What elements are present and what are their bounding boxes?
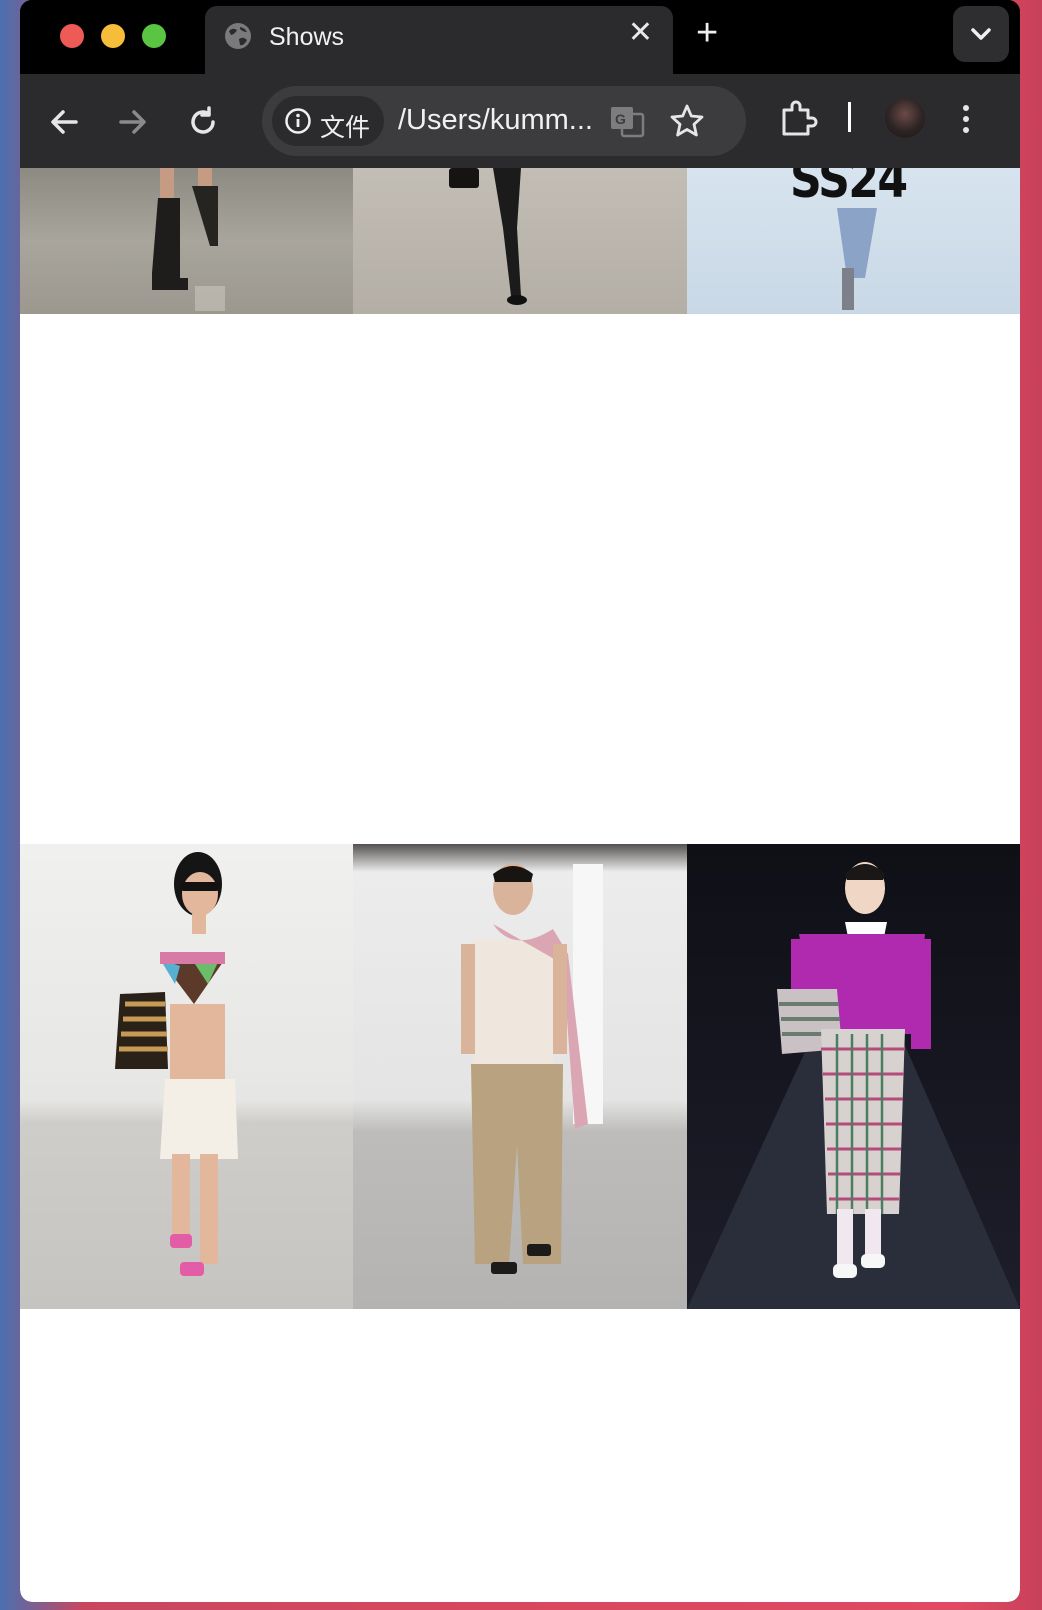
browser-window: Shows ✕ + 文件 /Users/kumm... G SS24	[20, 0, 1020, 1602]
season-title-text: SS24	[790, 168, 908, 210]
close-window-button[interactable]	[60, 24, 84, 48]
toolbar: 文件 /Users/kumm... G	[20, 74, 1020, 170]
gallery-image-top-3[interactable]: SS24	[687, 168, 1020, 314]
gallery-image-top-1[interactable]	[20, 168, 353, 314]
svg-text:G: G	[615, 111, 626, 127]
site-info-chip[interactable]: 文件	[272, 96, 384, 146]
runway-photo	[687, 862, 1020, 1309]
gallery-image-bottom-2[interactable]	[353, 844, 687, 1309]
gallery-image-top-2[interactable]	[353, 168, 687, 314]
minimize-window-button[interactable]	[101, 24, 125, 48]
site-info-label: 文件	[320, 114, 371, 142]
gallery-image-bottom-1[interactable]	[20, 844, 353, 1309]
tab-title: Shows	[269, 23, 345, 51]
translate-icon[interactable]: G	[608, 102, 646, 140]
back-icon[interactable]	[46, 104, 82, 140]
tab-search-button[interactable]	[953, 6, 1009, 62]
avatar[interactable]	[885, 98, 925, 138]
gallery-image-bottom-3[interactable]	[687, 844, 1020, 1309]
runway-photo	[152, 168, 225, 311]
reload-icon[interactable]	[185, 104, 221, 140]
forward-icon[interactable]	[115, 104, 151, 140]
runway-photo	[115, 852, 238, 1276]
toolbar-separator	[848, 102, 851, 132]
page-content: SS24	[20, 168, 1020, 1602]
tab-strip: Shows ✕ +	[20, 0, 1020, 74]
info-icon	[285, 108, 311, 134]
address-bar[interactable]: 文件 /Users/kumm... G	[262, 86, 746, 156]
chevron-down-icon	[971, 28, 991, 40]
globe-icon	[225, 23, 251, 49]
extensions-icon[interactable]	[778, 98, 818, 138]
runway-photo	[461, 863, 603, 1274]
tab-shows[interactable]: Shows ✕	[205, 6, 673, 74]
maximize-window-button[interactable]	[142, 24, 166, 48]
more-icon[interactable]	[956, 100, 976, 140]
close-icon[interactable]: ✕	[628, 18, 653, 48]
star-icon[interactable]	[668, 102, 706, 140]
plus-icon[interactable]: +	[696, 14, 718, 52]
runway-photo	[449, 168, 527, 305]
url-text[interactable]: /Users/kumm...	[398, 104, 593, 137]
